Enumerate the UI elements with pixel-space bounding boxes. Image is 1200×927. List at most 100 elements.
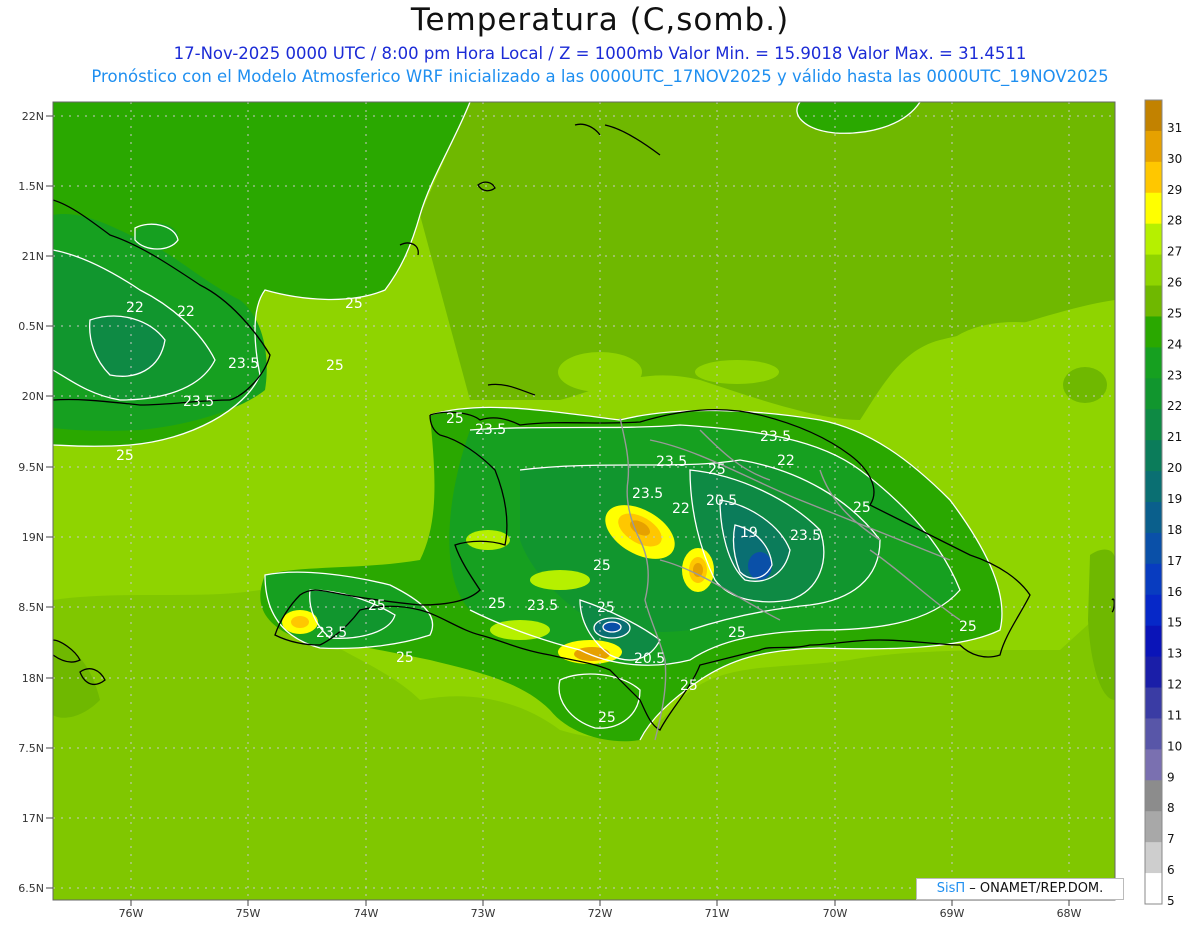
lat-label: 1.5N xyxy=(18,180,44,193)
contour-label: 25 xyxy=(345,296,363,312)
colorbar-label: 18 xyxy=(1167,523,1182,537)
colorbar-label: 31 xyxy=(1167,121,1182,135)
contour-label: 19 xyxy=(740,525,758,541)
colorbar-label: 9 xyxy=(1167,770,1175,784)
colorbar-label: 17 xyxy=(1167,554,1182,568)
contour-label: 25 xyxy=(708,462,726,478)
contour-label: 23.5 xyxy=(632,486,663,502)
colorbar-label: 26 xyxy=(1167,276,1182,290)
shaded-field xyxy=(53,102,1115,900)
contour-label: 25 xyxy=(446,411,464,427)
colorbar-label: 30 xyxy=(1167,152,1182,166)
lon-label: 69W xyxy=(940,907,965,920)
lat-label: 17N xyxy=(22,812,44,825)
colorbar-label: 5 xyxy=(1167,894,1175,908)
contour-label: 22 xyxy=(126,300,144,316)
lat-label: 18N xyxy=(22,672,44,685)
colorbar-swatch xyxy=(1145,130,1162,163)
contour-label: 25 xyxy=(853,500,871,516)
lat-label: 7.5N xyxy=(18,742,44,755)
colorbar-label: 28 xyxy=(1167,214,1182,228)
contour-label: 25 xyxy=(597,600,615,616)
credit-text: – ONAMET/REP.DOM. xyxy=(969,881,1104,896)
longitude-axis: 76W 75W 74W 73W 72W 71W 70W 69W 68W xyxy=(119,900,1082,920)
contour-label: 25 xyxy=(598,710,616,726)
colorbar-swatch xyxy=(1145,471,1162,503)
contour-label: 25 xyxy=(326,358,344,374)
contour-label: 23.5 xyxy=(475,422,506,438)
contour-label: 20.5 xyxy=(634,651,665,667)
colorbar-swatch xyxy=(1145,625,1162,658)
lon-label: 71W xyxy=(705,907,730,920)
colorbar-label: 27 xyxy=(1167,245,1182,259)
colorbar-label: 23 xyxy=(1167,368,1182,382)
colorbar: 31 30 29 28 27 26 25 24 23 22 21 20 19 18 17 16 15 13 12 11… xyxy=(1144,99,1182,908)
colorbar-label: 10 xyxy=(1167,739,1182,753)
colorbar-label: 12 xyxy=(1167,678,1182,692)
lon-label: 70W xyxy=(823,907,848,920)
lat-label: 22N xyxy=(22,110,44,123)
colorbar-swatch xyxy=(1145,316,1162,348)
colorbar-label: 16 xyxy=(1167,585,1182,599)
contour-label: 23.5 xyxy=(228,356,259,372)
contour-label: 25 xyxy=(680,678,698,694)
colorbar-swatch xyxy=(1145,161,1162,194)
colorbar-swatch xyxy=(1145,502,1162,534)
contour-label: 25 xyxy=(368,598,386,614)
colorbar-swatch xyxy=(1145,223,1162,256)
colorbar-swatch xyxy=(1145,687,1162,719)
colorbar-label: 7 xyxy=(1167,832,1175,846)
contour-label: 25 xyxy=(488,596,506,612)
contour-label: 23.5 xyxy=(527,598,558,614)
lon-label: 72W xyxy=(588,907,613,920)
contour-label: 25 xyxy=(959,619,977,635)
lon-label: 75W xyxy=(236,907,261,920)
latitude-axis: 22N 1.5N 21N 0.5N 20N 9.5N 19N 8.5N 18N 7.5N 17N 6.… xyxy=(18,110,53,895)
lon-label: 68W xyxy=(1057,907,1082,920)
colorbar-swatch xyxy=(1145,532,1162,565)
colorbar-label: 15 xyxy=(1167,616,1182,630)
contour-label: 22 xyxy=(177,304,195,320)
lat-label: 8.5N xyxy=(18,601,44,614)
contour-label: 25 xyxy=(396,650,414,666)
colorbar-label: 24 xyxy=(1167,337,1182,351)
colorbar-swatch xyxy=(1145,285,1162,317)
colorbar-label: 11 xyxy=(1167,708,1182,722)
contour-label: 23.5 xyxy=(656,454,687,470)
lon-label: 76W xyxy=(119,907,144,920)
contour-label: 23.5 xyxy=(790,528,821,544)
contour-label: 25 xyxy=(728,625,746,641)
contour-label: 23.5 xyxy=(760,429,791,445)
lat-label: 19N xyxy=(22,531,44,544)
colorbar-swatch xyxy=(1145,347,1162,379)
contour-label: 23.5 xyxy=(316,625,347,641)
credit-box: SisΠ – ONAMET/REP.DOM. xyxy=(916,878,1124,900)
colorbar-label: 13 xyxy=(1167,647,1182,661)
contour-label: 20.5 xyxy=(706,493,737,509)
colorbar-swatch xyxy=(1145,656,1162,689)
contour-label: 22 xyxy=(672,501,690,517)
lat-label: 6.5N xyxy=(18,882,44,895)
sispi-logo: SisΠ xyxy=(936,881,966,896)
colorbar-swatch xyxy=(1145,192,1162,225)
lon-label: 74W xyxy=(354,907,379,920)
colorbar-swatch xyxy=(1145,842,1162,874)
colorbar-swatch xyxy=(1145,100,1162,132)
temperature-map: 25 22 22 23.5 25 23.5 25 25 23.5 23.5 25… xyxy=(18,99,1182,920)
lat-label: 21N xyxy=(22,250,44,263)
colorbar-swatch xyxy=(1145,378,1162,410)
colorbar-swatch xyxy=(1145,440,1162,472)
lat-label: 0.5N xyxy=(18,320,44,333)
colorbar-label: 21 xyxy=(1167,430,1182,444)
colorbar-label: 20 xyxy=(1167,461,1182,475)
colorbar-swatch xyxy=(1145,409,1162,441)
colorbar-swatch xyxy=(1145,780,1162,812)
colorbar-swatch xyxy=(1145,563,1162,596)
contour-label: 22 xyxy=(777,453,795,469)
colorbar-label: 6 xyxy=(1167,863,1175,877)
colorbar-label: 29 xyxy=(1167,183,1182,197)
lon-label: 73W xyxy=(471,907,496,920)
lat-label: 20N xyxy=(22,390,44,403)
colorbar-label: 8 xyxy=(1167,801,1175,815)
lat-label: 9.5N xyxy=(18,461,44,474)
